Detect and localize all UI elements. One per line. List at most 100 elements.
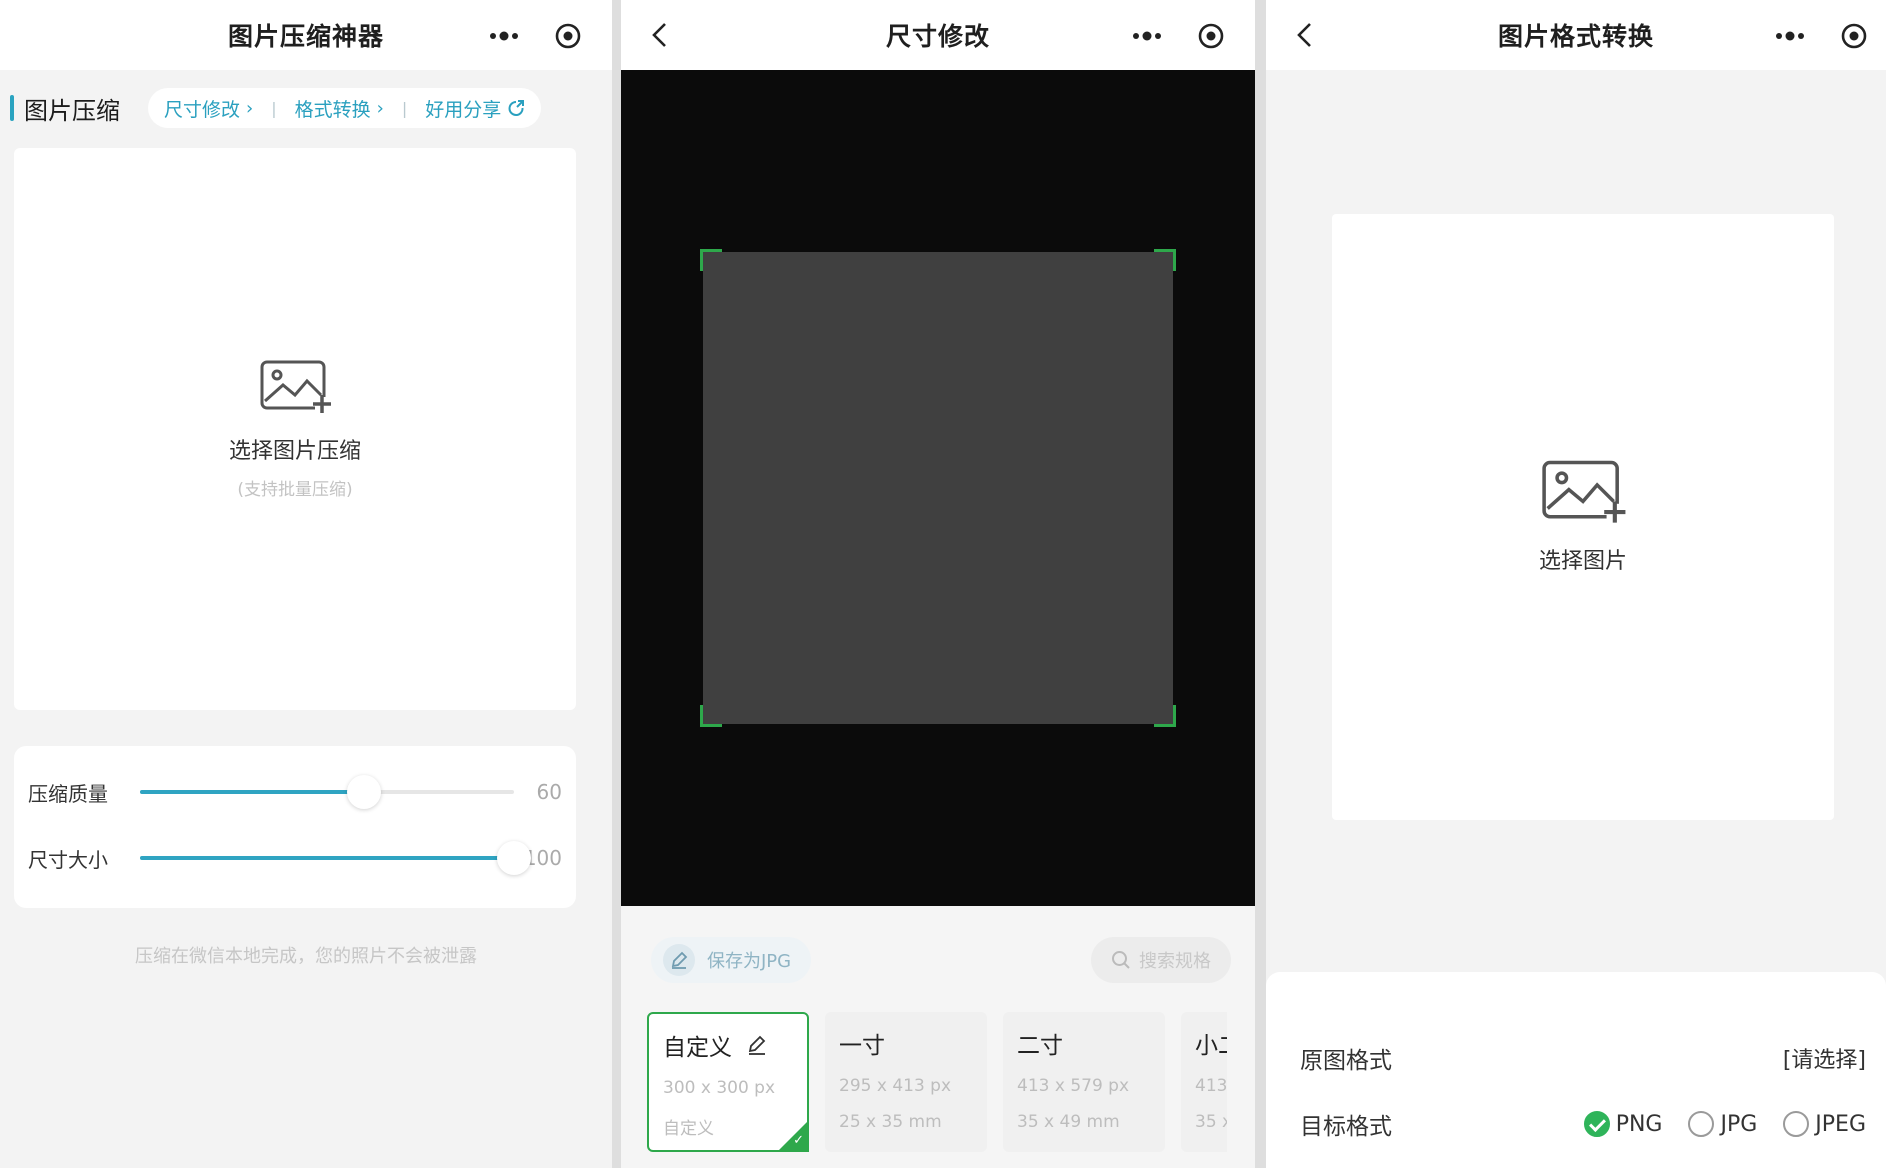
size-mm: 35 x 49 mm bbox=[1017, 1112, 1120, 1132]
size-card-small-2inch[interactable]: 小二寸 413 x 531 px 35 x 45 mm bbox=[1181, 1012, 1227, 1152]
add-image-icon bbox=[1542, 460, 1626, 523]
tab-share-label: 好用分享 bbox=[425, 98, 502, 121]
quality-slider-thumb[interactable] bbox=[347, 775, 382, 809]
capsule-menu bbox=[1774, 20, 1870, 52]
format-radio-png[interactable]: PNG bbox=[1583, 1111, 1663, 1137]
tab-convert-label: 格式转换 bbox=[294, 98, 371, 121]
format-radio-jpg[interactable]: JPG bbox=[1688, 1111, 1757, 1137]
upload-image-area[interactable]: 选择图片压缩 (支持批量压缩) bbox=[14, 148, 576, 710]
quality-slider-row: 压缩质量 60 bbox=[28, 772, 562, 812]
size-slider-row: 尺寸大小 100 bbox=[28, 838, 562, 878]
crop-handle[interactable] bbox=[1154, 705, 1176, 727]
tab-compress[interactable]: 图片压缩 bbox=[10, 91, 120, 126]
navbar: 图片格式转换 bbox=[1266, 0, 1886, 70]
size-px: 300 x 300 px bbox=[663, 1078, 776, 1098]
quality-slider[interactable] bbox=[140, 775, 514, 809]
size-name: 自定义 bbox=[663, 1028, 793, 1062]
share-icon bbox=[508, 100, 525, 116]
edit-icon bbox=[663, 944, 695, 976]
tab-resize-label: 尺寸修改 bbox=[164, 98, 241, 121]
close-miniprogram-icon[interactable] bbox=[1195, 20, 1227, 52]
size-slider-fill bbox=[140, 856, 514, 860]
radio-checked-icon bbox=[1583, 1111, 1610, 1137]
size-card-2inch[interactable]: 二寸 413 x 579 px 35 x 49 mm bbox=[1003, 1012, 1165, 1152]
size-slider[interactable] bbox=[140, 841, 531, 875]
save-jpg-label: 保存为JPG bbox=[707, 951, 792, 972]
edit-icon[interactable] bbox=[746, 1034, 768, 1056]
capsule-menu bbox=[488, 20, 584, 52]
page-title: 图片格式转换 bbox=[1497, 22, 1654, 51]
check-icon: ✓ bbox=[793, 1133, 804, 1148]
divider: | bbox=[401, 98, 408, 118]
size-name: 二寸 bbox=[1017, 1033, 1063, 1059]
size-mm: 自定义 bbox=[663, 1119, 714, 1139]
add-image-icon bbox=[260, 360, 331, 413]
size-preset-list: 自定义 300 x 300 px 自定义 ✓ 一寸 295 x 413 px 2… bbox=[647, 1012, 1227, 1152]
size-name-text: 自定义 bbox=[663, 1035, 732, 1061]
upload-label: 选择图片压缩 bbox=[228, 438, 361, 464]
size-card-1inch[interactable]: 一寸 295 x 413 px 25 x 35 mm bbox=[825, 1012, 987, 1152]
more-icon[interactable] bbox=[1131, 20, 1163, 52]
crop-canvas bbox=[621, 70, 1255, 906]
source-format-row: 原图格式 [请选择] bbox=[1300, 1038, 1866, 1078]
source-format-label: 原图格式 bbox=[1300, 1048, 1392, 1074]
upload-image-area[interactable]: 选择图片 bbox=[1332, 214, 1834, 820]
back-icon[interactable] bbox=[645, 20, 675, 50]
search-placeholder: 搜索规格 bbox=[1139, 951, 1211, 972]
upload-label: 选择图片 bbox=[1538, 549, 1627, 574]
tab-resize[interactable]: 尺寸修改 › bbox=[164, 95, 253, 122]
tab-share[interactable]: 好用分享 bbox=[425, 95, 525, 122]
size-name: 小二寸 bbox=[1195, 1033, 1227, 1059]
size-slider-thumb[interactable] bbox=[497, 841, 531, 875]
compress-screen: 图片压缩神器 图片压缩 尺寸修改 › | 格式转换 › | 好用分享 选择图片压… bbox=[0, 0, 612, 1168]
size-card-custom[interactable]: 自定义 300 x 300 px 自定义 ✓ bbox=[647, 1012, 809, 1152]
format-label: JPG bbox=[1720, 1111, 1758, 1137]
tab-compress-label: 图片压缩 bbox=[24, 96, 120, 125]
format-settings: 原图格式 [请选择] 目标格式 PNG JPG JPEG bbox=[1266, 972, 1886, 1168]
source-format-picker[interactable]: [请选择] bbox=[1783, 1042, 1866, 1074]
crop-handle[interactable] bbox=[700, 705, 722, 727]
back-icon[interactable] bbox=[1290, 20, 1320, 50]
convert-screen: 图片格式转换 选择图片 原图格式 [请选择] 目标格式 PNG JPG JPEG bbox=[1266, 0, 1886, 1168]
target-format-label: 目标格式 bbox=[1300, 1114, 1392, 1140]
radio-icon bbox=[1783, 1111, 1810, 1137]
search-icon bbox=[1112, 951, 1130, 969]
capsule-menu bbox=[1131, 20, 1227, 52]
size-px: 413 x 579 px bbox=[1017, 1076, 1130, 1096]
crop-frame[interactable] bbox=[700, 249, 1176, 727]
resize-toolbar: 保存为JPG 搜索规格 bbox=[651, 937, 1231, 983]
size-name: 一寸 bbox=[839, 1033, 885, 1059]
size-label: 尺寸大小 bbox=[28, 847, 108, 872]
chevron-right-icon: › bbox=[246, 97, 254, 119]
quality-value: 60 bbox=[536, 780, 562, 804]
format-label: JPEG bbox=[1815, 1111, 1866, 1137]
page-title: 图片压缩神器 bbox=[227, 22, 384, 51]
target-format-row: 目标格式 PNG JPG JPEG bbox=[1300, 1104, 1866, 1144]
size-px: 413 x 531 px bbox=[1195, 1076, 1227, 1096]
navbar: 图片压缩神器 bbox=[0, 0, 612, 70]
chevron-right-icon: › bbox=[376, 97, 384, 119]
tab-bar: 图片压缩 尺寸修改 › | 格式转换 › | 好用分享 bbox=[10, 86, 584, 130]
compress-settings: 压缩质量 60 尺寸大小 100 bbox=[14, 746, 576, 908]
format-label: PNG bbox=[1615, 1111, 1663, 1137]
size-mm: 35 x 45 mm bbox=[1195, 1112, 1227, 1132]
size-px: 295 x 413 px bbox=[839, 1076, 952, 1096]
search-spec-input[interactable]: 搜索规格 bbox=[1091, 937, 1231, 983]
radio-icon bbox=[1688, 1111, 1715, 1137]
save-jpg-button[interactable]: 保存为JPG bbox=[651, 937, 812, 983]
crop-handle[interactable] bbox=[700, 249, 722, 271]
divider: | bbox=[271, 98, 277, 118]
crop-handle[interactable] bbox=[1154, 249, 1176, 271]
active-indicator bbox=[10, 95, 14, 121]
format-radio-jpeg[interactable]: JPEG bbox=[1783, 1111, 1866, 1137]
more-icon[interactable] bbox=[1774, 20, 1806, 52]
more-icon[interactable] bbox=[488, 20, 520, 52]
quality-label: 压缩质量 bbox=[28, 781, 108, 806]
privacy-note: 压缩在微信本地完成，您的照片不会被泄露 bbox=[135, 946, 477, 967]
quality-slider-fill bbox=[140, 790, 365, 794]
close-miniprogram-icon[interactable] bbox=[552, 20, 584, 52]
close-miniprogram-icon[interactable] bbox=[1838, 20, 1870, 52]
navbar: 尺寸修改 bbox=[621, 0, 1255, 70]
page-title: 尺寸修改 bbox=[885, 22, 990, 51]
tab-convert[interactable]: 格式转换 › bbox=[295, 95, 384, 122]
